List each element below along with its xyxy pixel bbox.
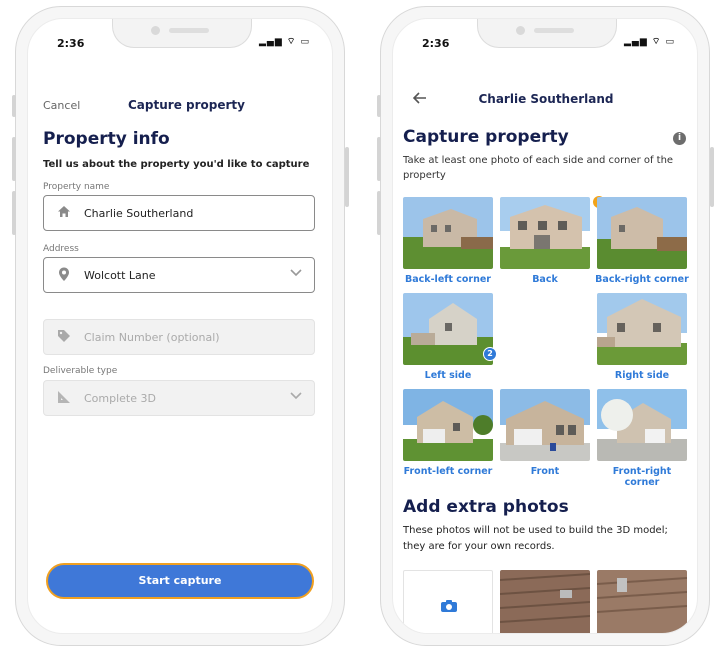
deliverable-type-value: Complete 3D (84, 392, 156, 405)
mute-switch (377, 95, 381, 117)
home-icon (56, 205, 72, 222)
cancel-button[interactable]: Cancel (43, 99, 80, 112)
photo-back-left-corner[interactable] (403, 197, 493, 269)
claim-number-placeholder: Claim Number (optional) (84, 331, 220, 344)
add-photo-button[interactable] (403, 570, 493, 633)
phone-frame-right: 2:36 ▂▄▆ ⌔ ▭ Charlie Southerland Capture… (377, 6, 714, 646)
photo-back-right-corner[interactable] (597, 197, 687, 269)
tag-icon (56, 329, 72, 347)
extra-photo-roof-2[interactable] (597, 570, 687, 633)
photo-front-right-corner[interactable] (597, 389, 687, 461)
photo-count-badge: 2 (483, 347, 497, 361)
property-name-field[interactable]: Charlie Southerland (43, 195, 315, 231)
photo-front-left-corner[interactable] (403, 389, 493, 461)
page-title: Property info (43, 129, 170, 149)
label-back-left-corner: Back-left corner (405, 274, 491, 285)
label-left-side: Left side (424, 370, 472, 381)
notch (477, 19, 617, 48)
deliverable-type-select[interactable]: Complete 3D (43, 380, 315, 416)
address-value: Wolcott Lane (84, 269, 156, 282)
capture-property-screen: 2:36 ▂▄▆ ⌔ ▭ Charlie Southerland Capture… (392, 18, 698, 634)
property-name-label: Property name (43, 182, 110, 192)
ruler-icon (56, 390, 72, 408)
volume-down-button (377, 191, 381, 235)
photo-front[interactable] (500, 389, 590, 461)
label-back-right-corner: Back-right corner (595, 274, 689, 285)
info-icon[interactable]: i (673, 132, 686, 145)
chevron-down-icon[interactable] (290, 266, 302, 281)
deliverable-type-label: Deliverable type (43, 366, 118, 376)
extra-photo-roof-1[interactable] (500, 570, 590, 633)
volume-up-button (12, 137, 16, 181)
power-button (710, 147, 714, 207)
notch (112, 19, 252, 48)
photo-back[interactable] (500, 197, 590, 269)
photo-left-side[interactable] (403, 293, 493, 365)
status-time: 2:36 (57, 37, 85, 50)
page-subtitle: Tell us about the property you'd like to… (43, 159, 310, 170)
property-info-screen: 2:36 ▂▄▆ ⌔ ▭ Cancel Capture property Pro… (27, 18, 333, 634)
volume-down-button (12, 191, 16, 235)
label-back: Back (532, 274, 558, 285)
status-icons: ▂▄▆ ⌔ ▭ (624, 37, 675, 47)
location-pin-icon (56, 267, 72, 286)
label-front: Front (530, 466, 560, 477)
photo-right-side[interactable] (597, 293, 687, 365)
status-time: 2:36 (422, 37, 450, 50)
label-right-side: Right side (614, 370, 670, 381)
claim-number-field[interactable]: Claim Number (optional) (43, 319, 315, 355)
status-icons: ▂▄▆ ⌔ ▭ (259, 37, 310, 47)
address-label: Address (43, 244, 79, 254)
power-button (345, 147, 349, 207)
page-title: Capture property (403, 127, 569, 147)
phone-frame-left: 2:36 ▂▄▆ ⌔ ▭ Cancel Capture property Pro… (12, 6, 349, 646)
chevron-down-icon[interactable] (290, 389, 302, 404)
extra-photos-description: These photos will not be used to build t… (403, 525, 668, 552)
page-description: Take at least one photo of each side and… (403, 155, 674, 181)
label-front-left-corner: Front-left corner (403, 466, 493, 477)
volume-up-button (377, 137, 381, 181)
label-front-right-corner: Front-right corner (612, 466, 672, 488)
extra-photos-heading: Add extra photos (403, 497, 569, 517)
address-field[interactable]: Wolcott Lane (43, 257, 315, 293)
start-capture-button[interactable]: Start capture (46, 563, 314, 599)
camera-icon (440, 599, 458, 617)
mute-switch (12, 95, 16, 117)
nav-title: Capture property (128, 98, 245, 112)
property-name-value: Charlie Southerland (84, 207, 194, 220)
nav-title: Charlie Southerland (478, 92, 614, 106)
